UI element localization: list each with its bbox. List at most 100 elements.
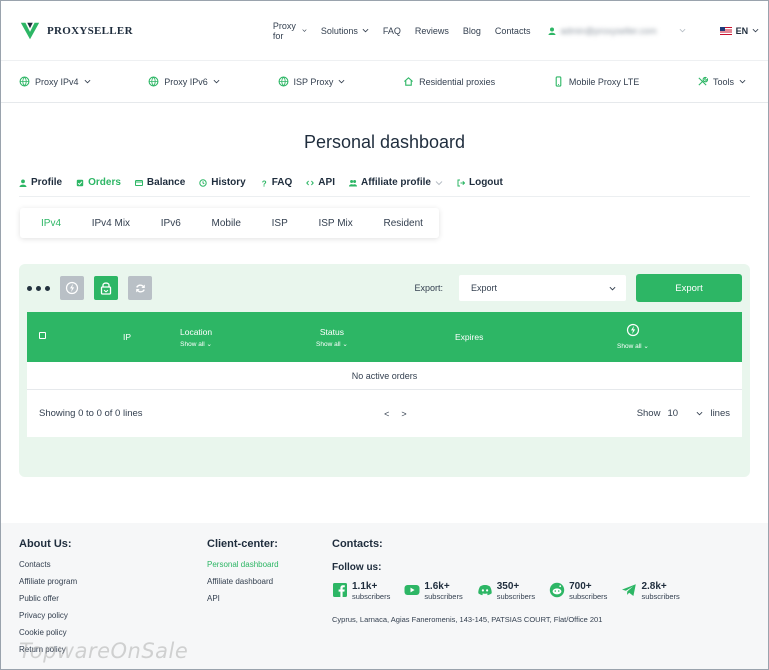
- product-nav-proxy-ipv6[interactable]: Proxy IPv6: [148, 76, 220, 87]
- tab-logout[interactable]: Logout: [457, 177, 503, 188]
- chevron-down-icon: [213, 79, 220, 84]
- footer-link-contacts[interactable]: Contacts: [19, 560, 77, 569]
- tab-orders[interactable]: Orders: [76, 177, 121, 188]
- prev-page-button[interactable]: <: [384, 409, 389, 419]
- tab-resident[interactable]: Resident: [383, 218, 422, 229]
- page-title: Personal dashboard: [303, 132, 466, 152]
- tab-isp[interactable]: ISP: [272, 218, 288, 229]
- column-autorenew[interactable]: Show all ⌄: [617, 323, 649, 350]
- social-telegram[interactable]: 2.8k+ subscribers: [621, 581, 680, 601]
- nav-reviews[interactable]: Reviews: [415, 26, 449, 36]
- refresh-icon: [135, 284, 145, 292]
- proxy-type-tabs: IPv4 IPv4 Mix IPv6 Mobile ISP ISP Mix Re…: [20, 208, 439, 238]
- footer: About Us: Contacts Affiliate program Pub…: [1, 523, 768, 669]
- tab-ipv6[interactable]: IPv6: [161, 218, 181, 229]
- tab-profile[interactable]: Profile: [19, 177, 62, 188]
- more-options-icon[interactable]: [27, 285, 50, 291]
- youtube-icon: [404, 585, 420, 595]
- telegram-icon: [622, 584, 637, 596]
- code-icon: [306, 180, 315, 185]
- page-size-selector: Show 10 lines: [636, 408, 730, 419]
- nav-faq[interactable]: FAQ: [383, 26, 401, 36]
- user-icon: [548, 27, 556, 35]
- footer-link-privacy-policy[interactable]: Privacy policy: [19, 611, 77, 620]
- chevron-down-icon: [84, 79, 90, 84]
- tab-affiliate-profile[interactable]: Affiliate profile: [348, 177, 443, 188]
- orders-icon: [76, 179, 84, 186]
- orders-toolbar: Export: Export Export: [19, 264, 750, 312]
- watermark: TopwareOnSale: [19, 639, 189, 663]
- autorenew-button[interactable]: [60, 276, 84, 300]
- next-page-button[interactable]: >: [401, 409, 406, 419]
- svg-text:?: ?: [262, 179, 267, 187]
- footer-link-affiliate-program[interactable]: Affiliate program: [19, 577, 77, 586]
- footer-about-title: About Us:: [19, 538, 72, 550]
- social-reddit[interactable]: 700+ subscribers: [549, 581, 607, 601]
- product-nav-isp-proxy[interactable]: ISP Proxy: [278, 76, 346, 87]
- lightning-circle-icon: [626, 323, 640, 337]
- tab-mobile[interactable]: Mobile: [211, 218, 240, 229]
- product-nav-tools[interactable]: Tools: [697, 76, 746, 87]
- column-status[interactable]: Status Show all ⌄: [316, 327, 348, 348]
- tools-icon: [698, 76, 708, 86]
- top-nav: Proxy for Solutions FAQ Reviews Blog Con…: [273, 21, 531, 41]
- mobile-icon: [555, 76, 562, 87]
- column-ip: IP: [123, 332, 132, 342]
- product-nav-proxy-ipv4[interactable]: Proxy IPv4: [19, 76, 91, 87]
- status-filter[interactable]: Show all ⌄: [316, 340, 348, 348]
- tab-ipv4-mix[interactable]: IPv4 Mix: [92, 218, 130, 229]
- chevron-down-icon: [697, 411, 703, 416]
- footer-link-cookie-policy[interactable]: Cookie policy: [19, 628, 77, 637]
- product-nav-mobile-lte[interactable]: Mobile Proxy LTE: [553, 76, 639, 87]
- discord-icon: [478, 585, 492, 596]
- tab-api[interactable]: API: [306, 177, 335, 188]
- wallet-icon: [134, 179, 143, 186]
- footer-client-center: Client-center: Personal dashboard Affili…: [207, 538, 279, 611]
- nav-solutions[interactable]: Solutions: [321, 26, 369, 36]
- select-all-checkbox[interactable]: [39, 332, 46, 339]
- autorenew-filter[interactable]: Show all ⌄: [617, 342, 649, 350]
- column-expires: Expires: [455, 332, 484, 342]
- nav-blog[interactable]: Blog: [463, 26, 481, 36]
- logo-icon: [20, 22, 40, 39]
- export-button[interactable]: Export: [636, 274, 742, 302]
- account-tabs: Profile Orders Balance History ? FAQ API…: [19, 177, 750, 197]
- globe-icon: [278, 76, 288, 87]
- tab-ipv4[interactable]: IPv4: [41, 218, 61, 229]
- history-icon: [199, 178, 207, 187]
- language-selector[interactable]: EN: [719, 26, 760, 36]
- account-email: admin@proxyseller.com: [560, 25, 657, 36]
- footer-link-public-offer[interactable]: Public offer: [19, 594, 77, 603]
- empty-table-message: No active orders: [27, 362, 742, 389]
- footer-link-personal-dashboard[interactable]: Personal dashboard: [207, 560, 279, 569]
- chevron-down-icon: [679, 28, 686, 33]
- tab-history[interactable]: History: [199, 177, 246, 188]
- top-header: PROXYSELLER Proxy for Solutions FAQ Revi…: [1, 1, 768, 61]
- footer-link-api[interactable]: API: [207, 594, 279, 603]
- nav-proxy-for[interactable]: Proxy for: [273, 21, 307, 41]
- refresh-button[interactable]: [128, 276, 152, 300]
- chevron-down-icon: [338, 79, 345, 84]
- product-nav-residential[interactable]: Residential proxies: [403, 76, 495, 87]
- account-menu[interactable]: admin@proxyseller.com: [548, 25, 686, 36]
- follow-us-title: Follow us:: [332, 562, 382, 573]
- footer-link-affiliate-dashboard[interactable]: Affiliate dashboard: [207, 577, 279, 586]
- lock-icon: [100, 282, 112, 295]
- footer-contacts-title: Contacts:: [332, 538, 383, 550]
- social-youtube[interactable]: 1.6k+ subscribers: [404, 581, 463, 601]
- table-footer: Showing 0 to 0 of 0 lines < > Show 10 li…: [27, 389, 742, 437]
- column-location[interactable]: Location Show all ⌄: [180, 327, 212, 348]
- tab-isp-mix[interactable]: ISP Mix: [318, 218, 352, 229]
- social-discord[interactable]: 350+ subscribers: [477, 581, 535, 601]
- social-facebook[interactable]: 1.1k+ subscribers: [332, 581, 390, 601]
- house-icon: [404, 77, 414, 86]
- location-filter[interactable]: Show all ⌄: [180, 340, 212, 348]
- export-format-select[interactable]: Export: [459, 275, 626, 301]
- tab-balance[interactable]: Balance: [134, 177, 185, 188]
- nav-contacts[interactable]: Contacts: [495, 26, 531, 36]
- company-address: Cyprus, Larnaca, Agias Faneromenis, 143-…: [332, 615, 603, 624]
- page-size-select[interactable]: 10: [667, 408, 703, 419]
- logo[interactable]: PROXYSELLER: [19, 20, 133, 42]
- tab-faq[interactable]: ? FAQ: [260, 177, 293, 188]
- lock-button[interactable]: [94, 276, 118, 300]
